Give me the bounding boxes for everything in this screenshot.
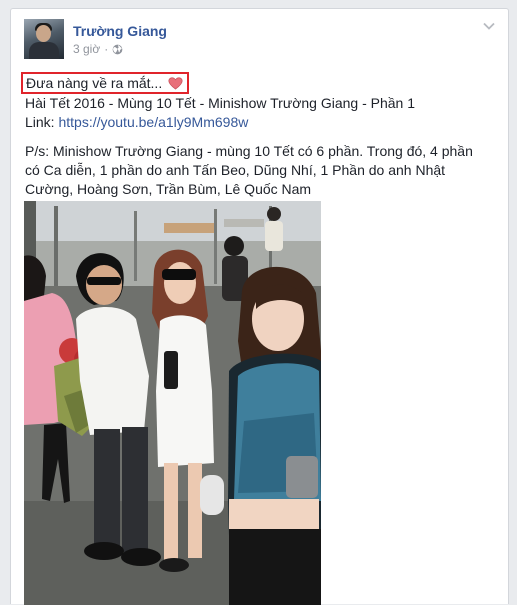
globe-icon[interactable] (112, 44, 123, 55)
post-card: Trường Giang 3 giờ · Đưa nàng về ra mắt.… (10, 8, 509, 605)
post-title-line: Hài Tết 2016 - Mùng 10 Tết - Minishow Tr… (25, 95, 416, 111)
author-name[interactable]: Trường Giang (73, 23, 167, 39)
youtube-link[interactable]: https://youtu.be/a1ly9Mm698w (58, 114, 248, 130)
post-body: P/s: Minishow Trường Giang - mùng 10 Tết… (25, 142, 500, 199)
post-meta: 3 giờ · (73, 42, 123, 56)
body-line: P/s: Minishow Trường Giang - mùng 10 Tết… (25, 143, 473, 159)
caption-text: Đưa nàng về ra mắt... (26, 75, 163, 91)
body-line: Cường, Hoàng Sơn, Trần Bùm, Lê Quốc Nam (25, 181, 312, 197)
body-line: có Ca diễn, 1 phần do anh Tấn Beo, Dũng … (25, 162, 446, 178)
post-text: Đưa nàng về ra mắt... Hài Tết 2016 - Mùn… (21, 72, 500, 199)
chevron-down-icon[interactable] (482, 21, 496, 31)
meta-separator: · (104, 42, 109, 56)
post-photo[interactable] (24, 201, 321, 605)
author-avatar[interactable] (24, 19, 64, 59)
heart-icon (168, 77, 183, 90)
post-time[interactable]: 3 giờ (73, 42, 100, 56)
link-label: Link: (25, 114, 55, 130)
highlighted-caption: Đưa nàng về ra mắt... (21, 72, 190, 94)
